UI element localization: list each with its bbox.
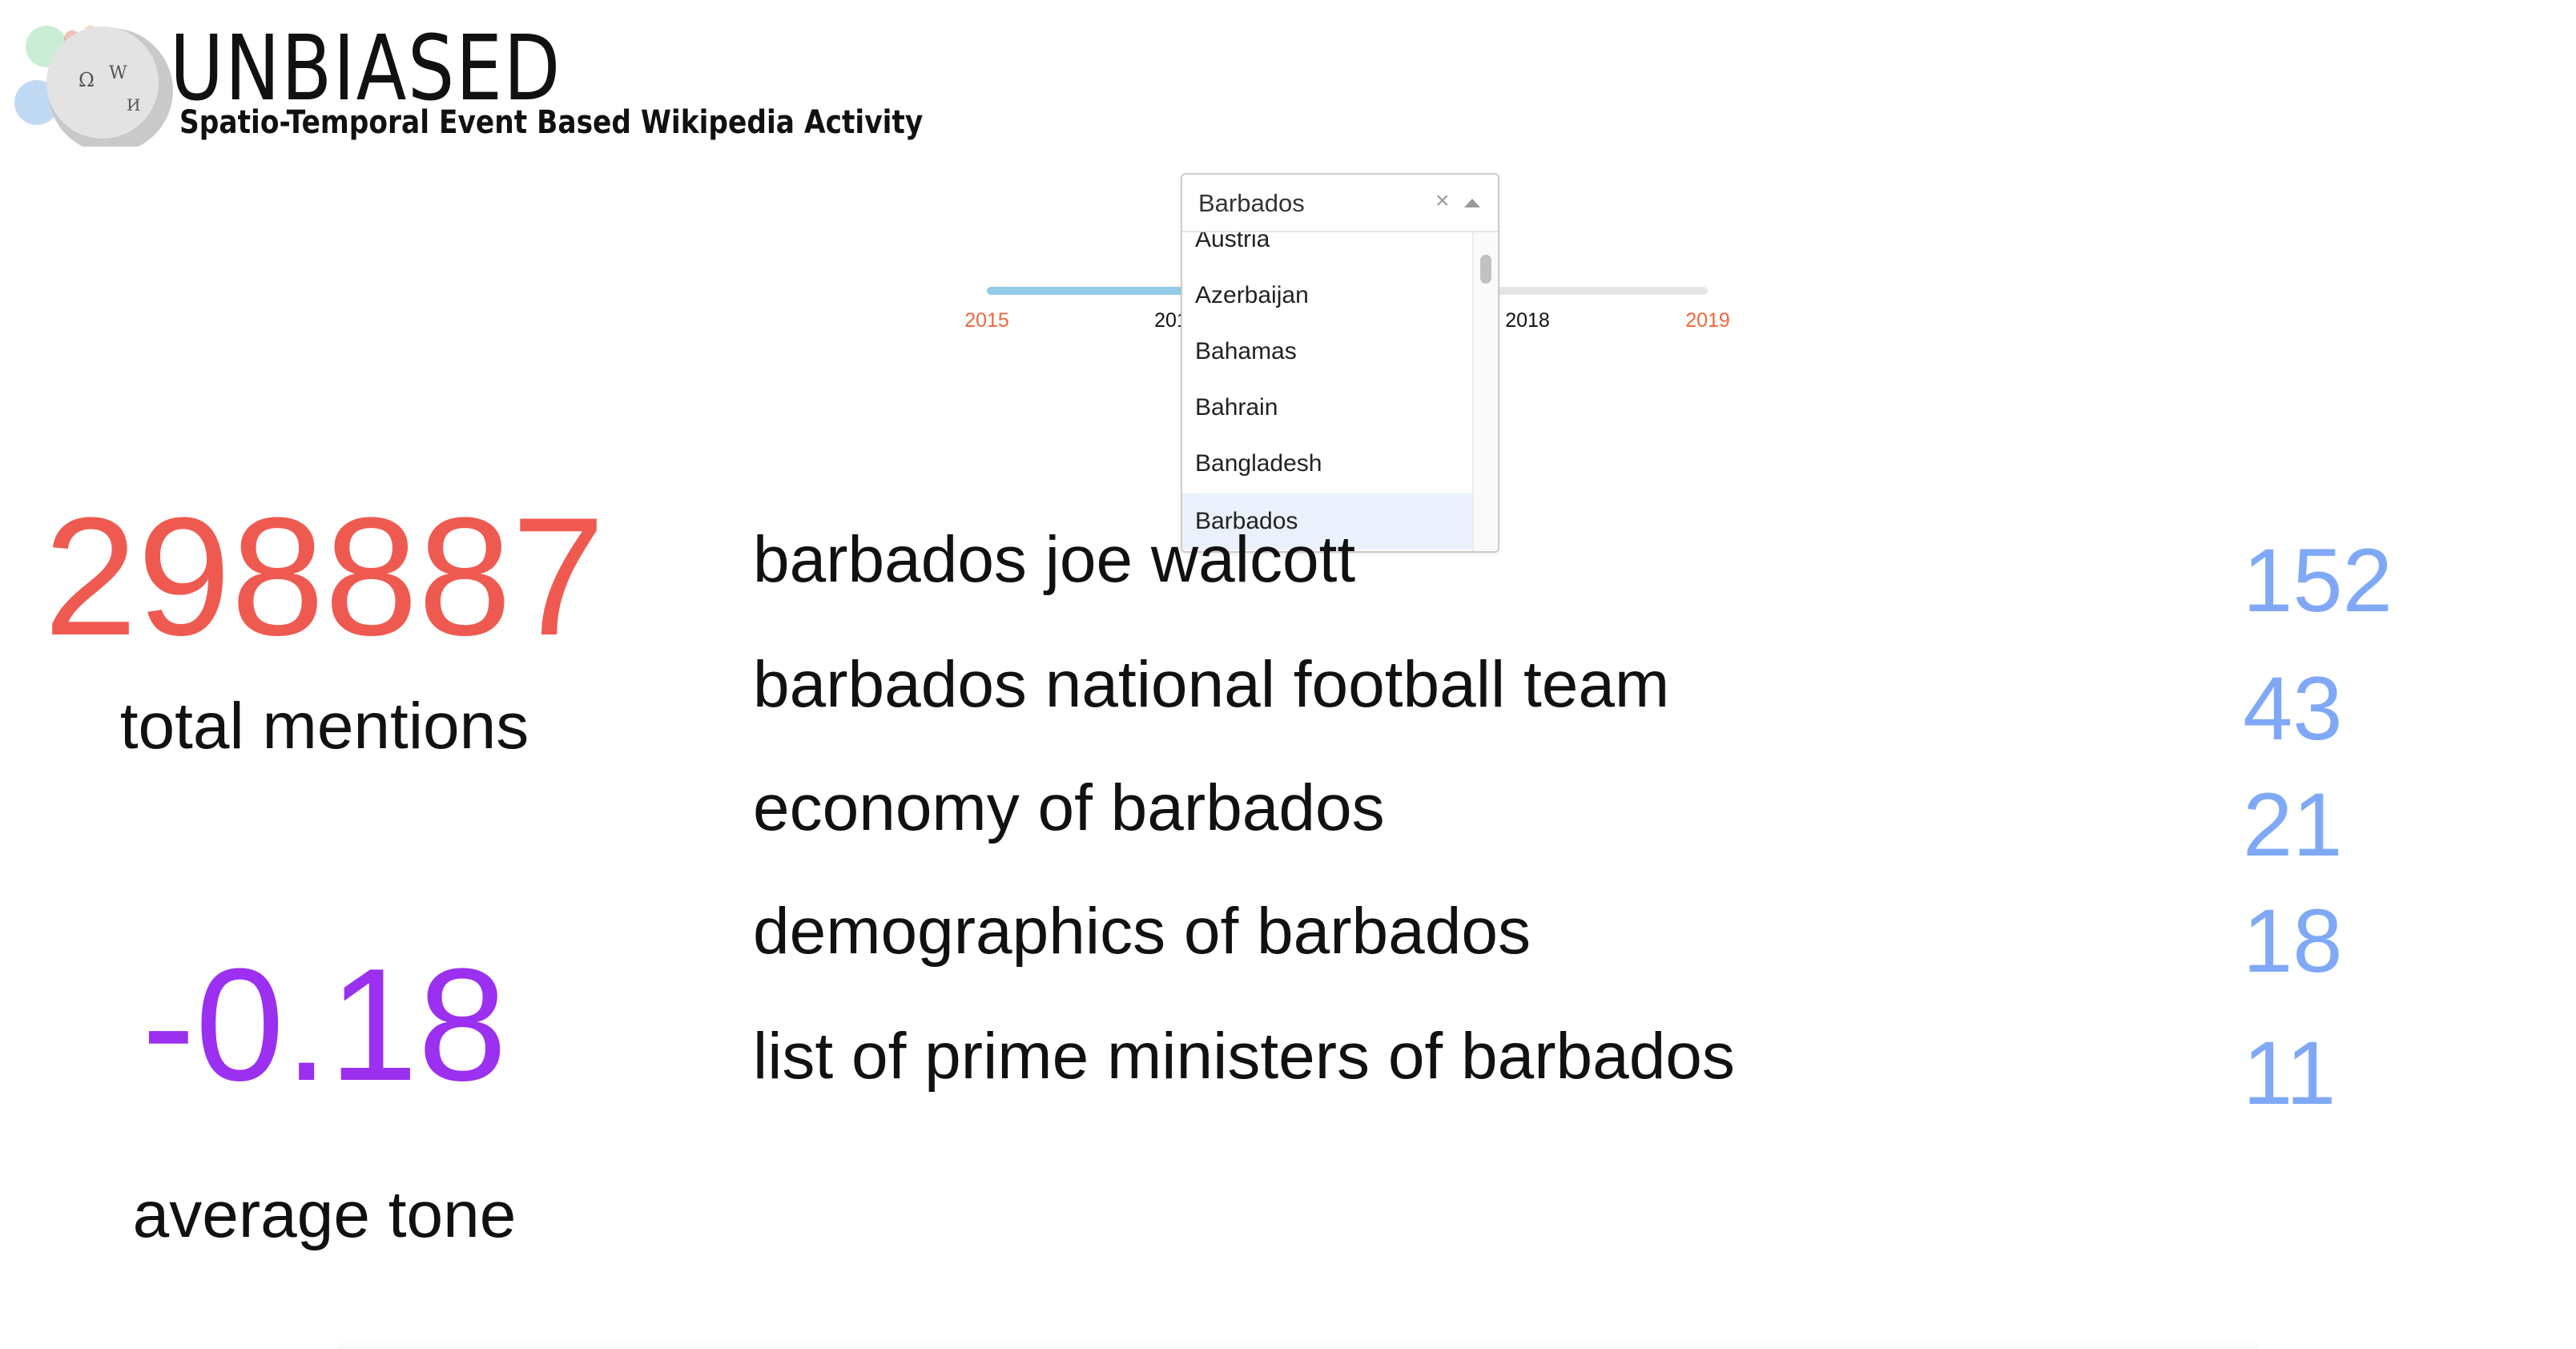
topic-count: 21 xyxy=(2243,775,2343,875)
country-option[interactable]: Austria xyxy=(1182,232,1472,268)
wikipedia-globe-logo: Ω W И xyxy=(14,14,175,153)
country-menu-scrollbar[interactable] xyxy=(1472,232,1498,551)
average-tone-label: average tone xyxy=(132,1178,517,1251)
country-option[interactable]: Azerbaijan xyxy=(1182,268,1472,324)
svg-text:И: И xyxy=(127,95,140,115)
topic-title: list of prime ministers of barbados xyxy=(753,1020,1735,1093)
timeline-tick-2019: 2019 xyxy=(1685,309,1730,332)
bottom-panel-edge xyxy=(336,1339,2259,1349)
topic-title: barbados joe walcott xyxy=(753,523,1356,596)
topic-title: economy of barbados xyxy=(753,771,1385,844)
caret-up-icon[interactable] xyxy=(1464,199,1480,207)
country-select-value: Barbados xyxy=(1198,189,1305,217)
topic-count: 152 xyxy=(2243,530,2393,630)
app-subtitle: Spatio-Temporal Event Based Wikipedia Ac… xyxy=(179,104,924,141)
topic-count: 18 xyxy=(2243,891,2343,991)
average-tone-value: -0.18 xyxy=(142,936,507,1114)
country-select-menu: Austria Azerbaijan Bahamas Bahrain Bangl… xyxy=(1182,232,1498,551)
svg-text:Ω: Ω xyxy=(78,69,95,91)
topic-count: 11 xyxy=(2243,1023,2337,1123)
topic-title: barbados national football team xyxy=(753,648,1670,721)
total-mentions-value: 298887 xyxy=(43,482,606,670)
close-icon[interactable]: × xyxy=(1435,187,1450,215)
total-mentions-label: total mentions xyxy=(119,690,529,763)
country-option[interactable]: Bahamas xyxy=(1182,324,1472,380)
topic-title: demographics of barbados xyxy=(753,895,1531,968)
timeline-tick-2015: 2015 xyxy=(964,309,1009,332)
country-select[interactable]: Barbados × Austria Azerbaijan Bahamas Ba… xyxy=(1181,173,1499,553)
country-option[interactable]: Bangladesh xyxy=(1182,436,1472,492)
app-title: UNBIASED xyxy=(170,17,562,121)
scrollbar-thumb[interactable] xyxy=(1480,255,1491,284)
timeline-tick-2018: 2018 xyxy=(1505,309,1550,332)
svg-text:W: W xyxy=(109,63,127,83)
topic-count: 43 xyxy=(2243,658,2343,759)
country-select-control[interactable]: Barbados × xyxy=(1182,175,1498,232)
country-option[interactable]: Bahrain xyxy=(1182,380,1472,436)
